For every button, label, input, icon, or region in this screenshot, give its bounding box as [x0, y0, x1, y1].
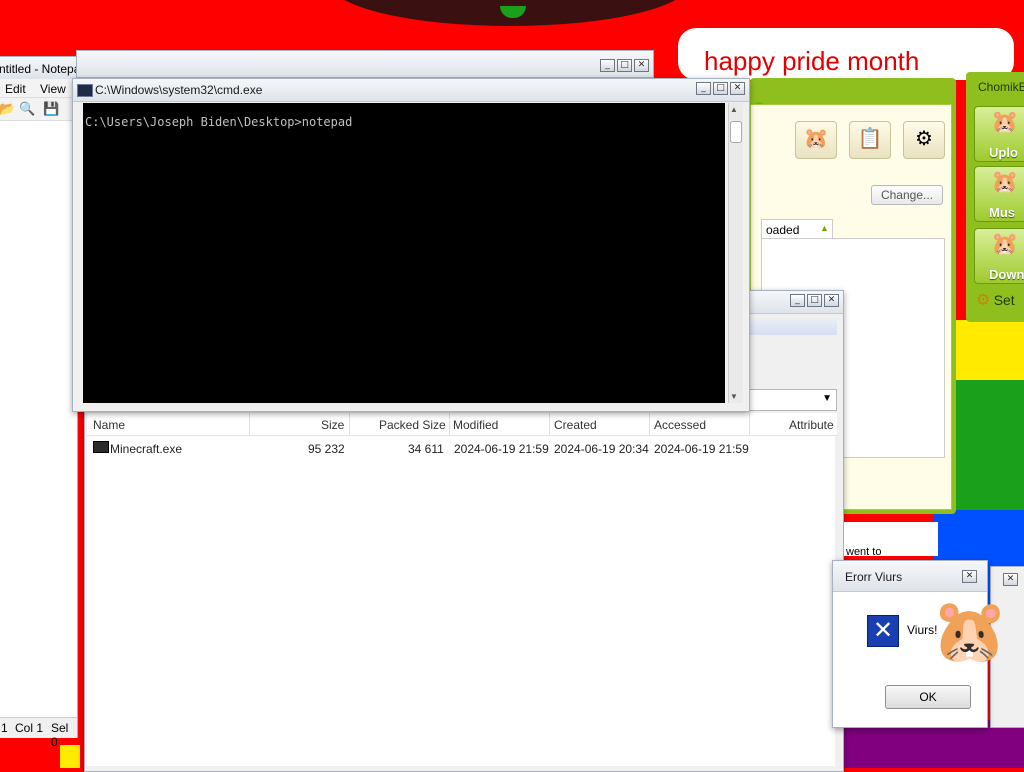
minimize-icon[interactable]: _ [790, 294, 805, 307]
col-modified[interactable]: Modified [453, 418, 498, 432]
partial-text: went to [846, 546, 882, 558]
upload-label: Uplo [989, 145, 1018, 160]
error-x-icon: ✕ [867, 615, 899, 647]
maximize-icon[interactable]: □ [617, 59, 632, 72]
chomikbox-side-panel: ChomikB 🐹 Uplo 🐹 Mus 🐹 Down ⚙ Set [966, 72, 1024, 322]
scroll-up-icon[interactable]: ▲ [730, 105, 738, 114]
close-icon[interactable]: ✕ [824, 294, 839, 307]
side-panel-title: ChomikB [978, 80, 1024, 94]
menu-view[interactable]: View [40, 82, 66, 96]
close-icon[interactable]: ✕ [962, 570, 977, 583]
notepad2-titlebar-ext[interactable]: _ □ ✕ [76, 50, 654, 78]
download-label: Down [989, 267, 1024, 282]
scroll-thumb[interactable] [730, 121, 742, 143]
notepad2-toolbar: 📂 🔍 💾 [0, 98, 77, 121]
archive-file-list: Minecraft.exe 95 232 34 611 2024-06-19 2… [87, 436, 835, 766]
col-attribute[interactable]: Attribute [789, 418, 834, 432]
hamster-mascot-icon: 🐹 [931, 597, 1009, 666]
minimize-icon[interactable]: _ [600, 59, 615, 72]
change-button[interactable]: Change... [871, 185, 943, 205]
cmd-scrollbar[interactable]: ▲ ▼ [728, 103, 743, 403]
sort-arrow-icon: ▲ [820, 223, 829, 233]
banner-text: happy pride month [704, 46, 920, 76]
notepad2-menubar: Edit View [0, 79, 77, 98]
cmd-app-icon [77, 84, 93, 97]
tab-label: oaded [766, 223, 800, 237]
notepad2-titlebar[interactable]: ntitled - Notepad2 [0, 57, 94, 80]
notepad2-window[interactable]: ntitled - Notepad2 Edit View 📂 🔍 💾 1 Col… [0, 56, 94, 749]
hamster-button-icon[interactable]: 🐹 [795, 121, 837, 159]
close-icon[interactable]: ✕ [730, 82, 745, 95]
menu-edit[interactable]: Edit [5, 82, 26, 96]
file-modified: 2024-06-19 21:59 [454, 442, 549, 456]
settings-label: Set [993, 292, 1015, 308]
cmd-title: C:\Windows\system32\cmd.exe [95, 83, 263, 97]
col-accessed[interactable]: Accessed [654, 418, 706, 432]
cmd-window[interactable]: C:\Windows\system32\cmd.exe _ □ ✕ C:\Use… [72, 78, 750, 412]
hamster-mascot-icon: 🐹 [991, 169, 1019, 194]
partial-window: went to [844, 522, 938, 558]
save-icon[interactable]: 💾 [43, 101, 59, 117]
col-created[interactable]: Created [554, 418, 597, 432]
ok-button[interactable]: OK [885, 685, 971, 709]
close-icon[interactable]: ✕ [1003, 573, 1018, 586]
upload-button[interactable]: 🐹 Uplo [974, 106, 1024, 162]
error-dialog-titlebar[interactable]: Erorr Viurs ✕ [833, 561, 987, 592]
gear-icon: ⚙ [976, 292, 991, 309]
maximize-icon[interactable]: □ [713, 82, 728, 95]
table-row[interactable]: Minecraft.exe 95 232 34 611 2024-06-19 2… [87, 436, 835, 458]
error-dialog-title: Erorr Viurs [845, 570, 903, 584]
minimize-icon[interactable]: _ [696, 82, 711, 95]
download-button[interactable]: 🐹 Down [974, 228, 1024, 284]
tab-downloaded[interactable]: oaded ▲ [761, 219, 833, 238]
cmd-prompt-line: C:\Users\Joseph Biden\Desktop>notepad [85, 115, 353, 129]
chevron-down-icon: ▼ [822, 393, 832, 404]
status-col: Col 1 [15, 721, 44, 735]
status-sel: Sel 0 [51, 721, 69, 749]
settings-item[interactable]: ⚙ Set [976, 290, 1015, 310]
hamster-mascot-icon: 🐹 [991, 231, 1019, 256]
hamster-mascot-icon: 🐹 [991, 109, 1019, 134]
open-folder-icon[interactable]: 📂 [0, 101, 15, 117]
notepad2-statusbar: 1 Col 1 Sel 0 [0, 717, 77, 749]
clipboard-add-icon[interactable]: 📋 [849, 121, 891, 159]
maximize-icon[interactable]: □ [807, 294, 822, 307]
file-accessed: 2024-06-19 21:59 [654, 442, 749, 456]
status-line: 1 [1, 721, 8, 735]
file-created: 2024-06-19 20:34 [554, 442, 649, 456]
scroll-down-icon[interactable]: ▼ [730, 392, 738, 401]
file-packed-size: 34 611 [408, 442, 444, 456]
error-dialog[interactable]: Erorr Viurs ✕ ✕ Viurs! OK 🐹 [832, 560, 1008, 728]
close-icon[interactable]: ✕ [634, 59, 649, 72]
archive-column-header: Name Size Packed Size Modified Created A… [87, 413, 837, 436]
col-size[interactable]: Size [321, 418, 344, 432]
cmd-console[interactable]: C:\Users\Joseph Biden\Desktop>notepad [83, 103, 725, 403]
gear-icon[interactable]: ⚙ [903, 121, 945, 159]
col-name[interactable]: Name [93, 418, 125, 432]
path-dropdown[interactable]: ▼ [749, 389, 837, 411]
file-size: 95 232 [308, 442, 345, 456]
cmd-titlebar[interactable]: C:\Windows\system32\cmd.exe _ □ ✕ [73, 79, 749, 102]
file-name: Minecraft.exe [110, 442, 183, 456]
music-button[interactable]: 🐹 Mus [974, 166, 1024, 222]
browse-icon[interactable]: 🔍 [19, 101, 35, 117]
exe-file-icon [93, 441, 109, 453]
col-packed-size[interactable]: Packed Size [379, 418, 446, 432]
music-label: Mus [989, 205, 1015, 220]
